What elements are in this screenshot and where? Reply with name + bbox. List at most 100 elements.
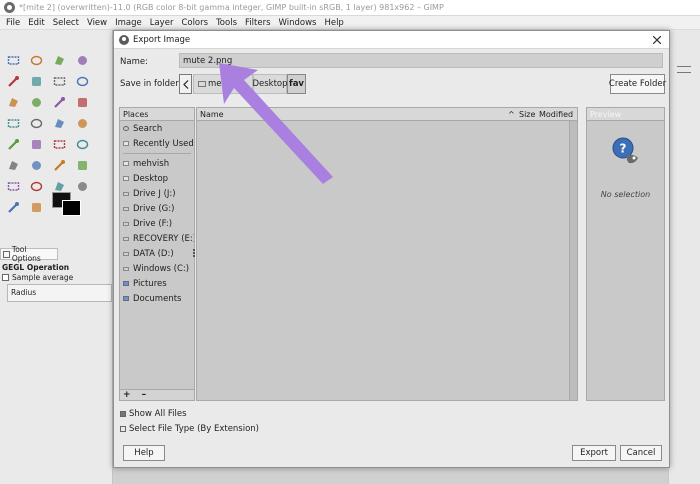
place-item[interactable]: mehvish bbox=[120, 156, 194, 171]
perspective-clone-tool[interactable] bbox=[25, 176, 48, 196]
menu-tools[interactable]: Tools bbox=[212, 18, 241, 28]
place-item[interactable]: Search bbox=[120, 121, 194, 136]
place-label: Pictures bbox=[133, 278, 167, 289]
export-image-dialog: Export Image Name: Save in folder: mehvi… bbox=[113, 30, 670, 468]
gradient-icon bbox=[32, 139, 41, 149]
place-item[interactable]: RECOVERY (E:) bbox=[120, 231, 194, 246]
close-button[interactable] bbox=[649, 32, 665, 48]
free-select-tool[interactable] bbox=[48, 50, 71, 70]
menu-windows[interactable]: Windows bbox=[275, 18, 321, 28]
scale-tool[interactable] bbox=[48, 113, 71, 133]
rect-select-icon bbox=[7, 55, 20, 65]
place-item[interactable]: Drive (G:) bbox=[120, 201, 194, 216]
scissors-tool[interactable] bbox=[25, 71, 48, 91]
places-add-remove[interactable]: + – bbox=[120, 389, 194, 400]
shear-icon bbox=[78, 118, 87, 128]
perspective-clone-icon bbox=[30, 181, 43, 191]
menu-filters[interactable]: Filters bbox=[241, 18, 274, 28]
pencil-tool[interactable] bbox=[71, 134, 94, 154]
menu-file[interactable]: File bbox=[2, 18, 24, 28]
menu-view[interactable]: View bbox=[83, 18, 111, 28]
paintbrush-tool[interactable] bbox=[48, 134, 71, 154]
radius-field[interactable]: Radius bbox=[7, 284, 112, 302]
create-folder-button[interactable]: Create Folder bbox=[609, 74, 666, 94]
color-picker-tool[interactable] bbox=[48, 71, 71, 91]
shear-tool[interactable] bbox=[71, 113, 94, 133]
help-button[interactable]: Help bbox=[123, 445, 165, 461]
warp-transform-tool[interactable] bbox=[2, 134, 25, 154]
preview-pane: Preview ? No selection bbox=[586, 107, 665, 401]
place-label: Recently Used bbox=[133, 138, 194, 149]
align-tool[interactable] bbox=[48, 92, 71, 112]
mypaint-brush-tool[interactable] bbox=[48, 155, 71, 175]
gegl-operation-title: GEGL Operation bbox=[2, 263, 70, 272]
place-item[interactable]: DATA (D:) bbox=[120, 246, 194, 261]
zoom-icon bbox=[76, 76, 89, 86]
column-name[interactable]: Name bbox=[200, 110, 224, 119]
preview-header: Preview bbox=[587, 108, 664, 121]
path-button-fav[interactable]: fav bbox=[287, 74, 306, 94]
place-item[interactable]: Desktop bbox=[120, 171, 194, 186]
export-button[interactable]: Export bbox=[572, 445, 616, 461]
folder-icon bbox=[123, 141, 129, 146]
cancel-button[interactable]: Cancel bbox=[620, 445, 662, 461]
column-modified[interactable]: Modified bbox=[539, 110, 573, 119]
place-item[interactable]: Drive (F:) bbox=[120, 216, 194, 231]
select-file-type-expander[interactable]: Select File Type (By Extension) bbox=[120, 424, 259, 434]
menu-edit[interactable]: Edit bbox=[24, 18, 48, 28]
ink-tool[interactable] bbox=[25, 155, 48, 175]
menu-help[interactable]: Help bbox=[320, 18, 347, 28]
menu-image[interactable]: Image bbox=[111, 18, 146, 28]
airbrush-tool[interactable] bbox=[2, 155, 25, 175]
show-all-files-expander[interactable]: Show All Files bbox=[120, 409, 187, 419]
place-item[interactable]: Documents bbox=[120, 291, 194, 306]
mypaint-brush-icon bbox=[54, 159, 65, 171]
file-list-pane[interactable]: Name ^ Size Modified bbox=[196, 107, 578, 401]
path-button-desktop[interactable]: Desktop bbox=[252, 74, 288, 94]
move-tool[interactable] bbox=[25, 92, 48, 112]
svg-text:?: ? bbox=[620, 142, 627, 156]
place-item[interactable]: Windows (C:) bbox=[120, 261, 194, 276]
ellipse-select-tool[interactable] bbox=[25, 50, 48, 70]
rotate-tool[interactable] bbox=[25, 113, 48, 133]
gimp-app-icon bbox=[4, 2, 15, 13]
folder-icon bbox=[123, 296, 129, 301]
place-item[interactable]: Pictures bbox=[120, 276, 194, 291]
rect-select-tool[interactable] bbox=[2, 50, 25, 70]
sample-average-checkbox[interactable] bbox=[2, 274, 9, 281]
fuzzy-select-tool[interactable] bbox=[71, 50, 94, 70]
by-color-select-tool[interactable] bbox=[2, 71, 25, 91]
place-label: Drive (G:) bbox=[133, 203, 175, 214]
no-preview-icon: ? bbox=[612, 137, 638, 164]
background-color[interactable] bbox=[62, 200, 81, 216]
column-size[interactable]: Size bbox=[519, 110, 535, 119]
menu-colors[interactable]: Colors bbox=[177, 18, 212, 28]
place-item[interactable]: Drive J (J:) bbox=[120, 186, 194, 201]
crop-tool[interactable] bbox=[71, 92, 94, 112]
color-swatches[interactable] bbox=[52, 192, 82, 216]
text-tool[interactable] bbox=[25, 197, 48, 217]
path-button-mehvish[interactable]: mehvish bbox=[193, 74, 253, 94]
gradient-tool[interactable] bbox=[25, 134, 48, 154]
expander-icon bbox=[120, 411, 126, 417]
paintbrush-icon bbox=[53, 139, 66, 149]
menu-select[interactable]: Select bbox=[49, 18, 83, 28]
zoom-tool[interactable] bbox=[71, 71, 94, 91]
tool-options-tab[interactable]: Tool Options bbox=[0, 245, 58, 263]
window-title: *[mite 2] (overwritten)-11.0 (RGB color … bbox=[19, 3, 444, 12]
menu-layer[interactable]: Layer bbox=[146, 18, 178, 28]
places-header[interactable]: Places bbox=[120, 108, 194, 121]
sample-average-option[interactable]: Sample average bbox=[2, 273, 73, 282]
place-label: Windows (C:) bbox=[133, 263, 190, 274]
filename-input[interactable] bbox=[179, 53, 663, 68]
measure-tool[interactable] bbox=[2, 92, 25, 112]
path-label: fav bbox=[289, 79, 304, 89]
unified-transform-tool[interactable] bbox=[2, 113, 25, 133]
path-label: mehvish bbox=[208, 79, 245, 89]
file-list-scrollbar[interactable] bbox=[569, 121, 577, 400]
path-tool[interactable] bbox=[2, 197, 25, 217]
clone-tool[interactable] bbox=[71, 155, 94, 175]
place-item[interactable]: Recently Used bbox=[120, 136, 194, 151]
heal-tool[interactable] bbox=[2, 176, 25, 196]
path-back-button[interactable] bbox=[179, 74, 192, 94]
